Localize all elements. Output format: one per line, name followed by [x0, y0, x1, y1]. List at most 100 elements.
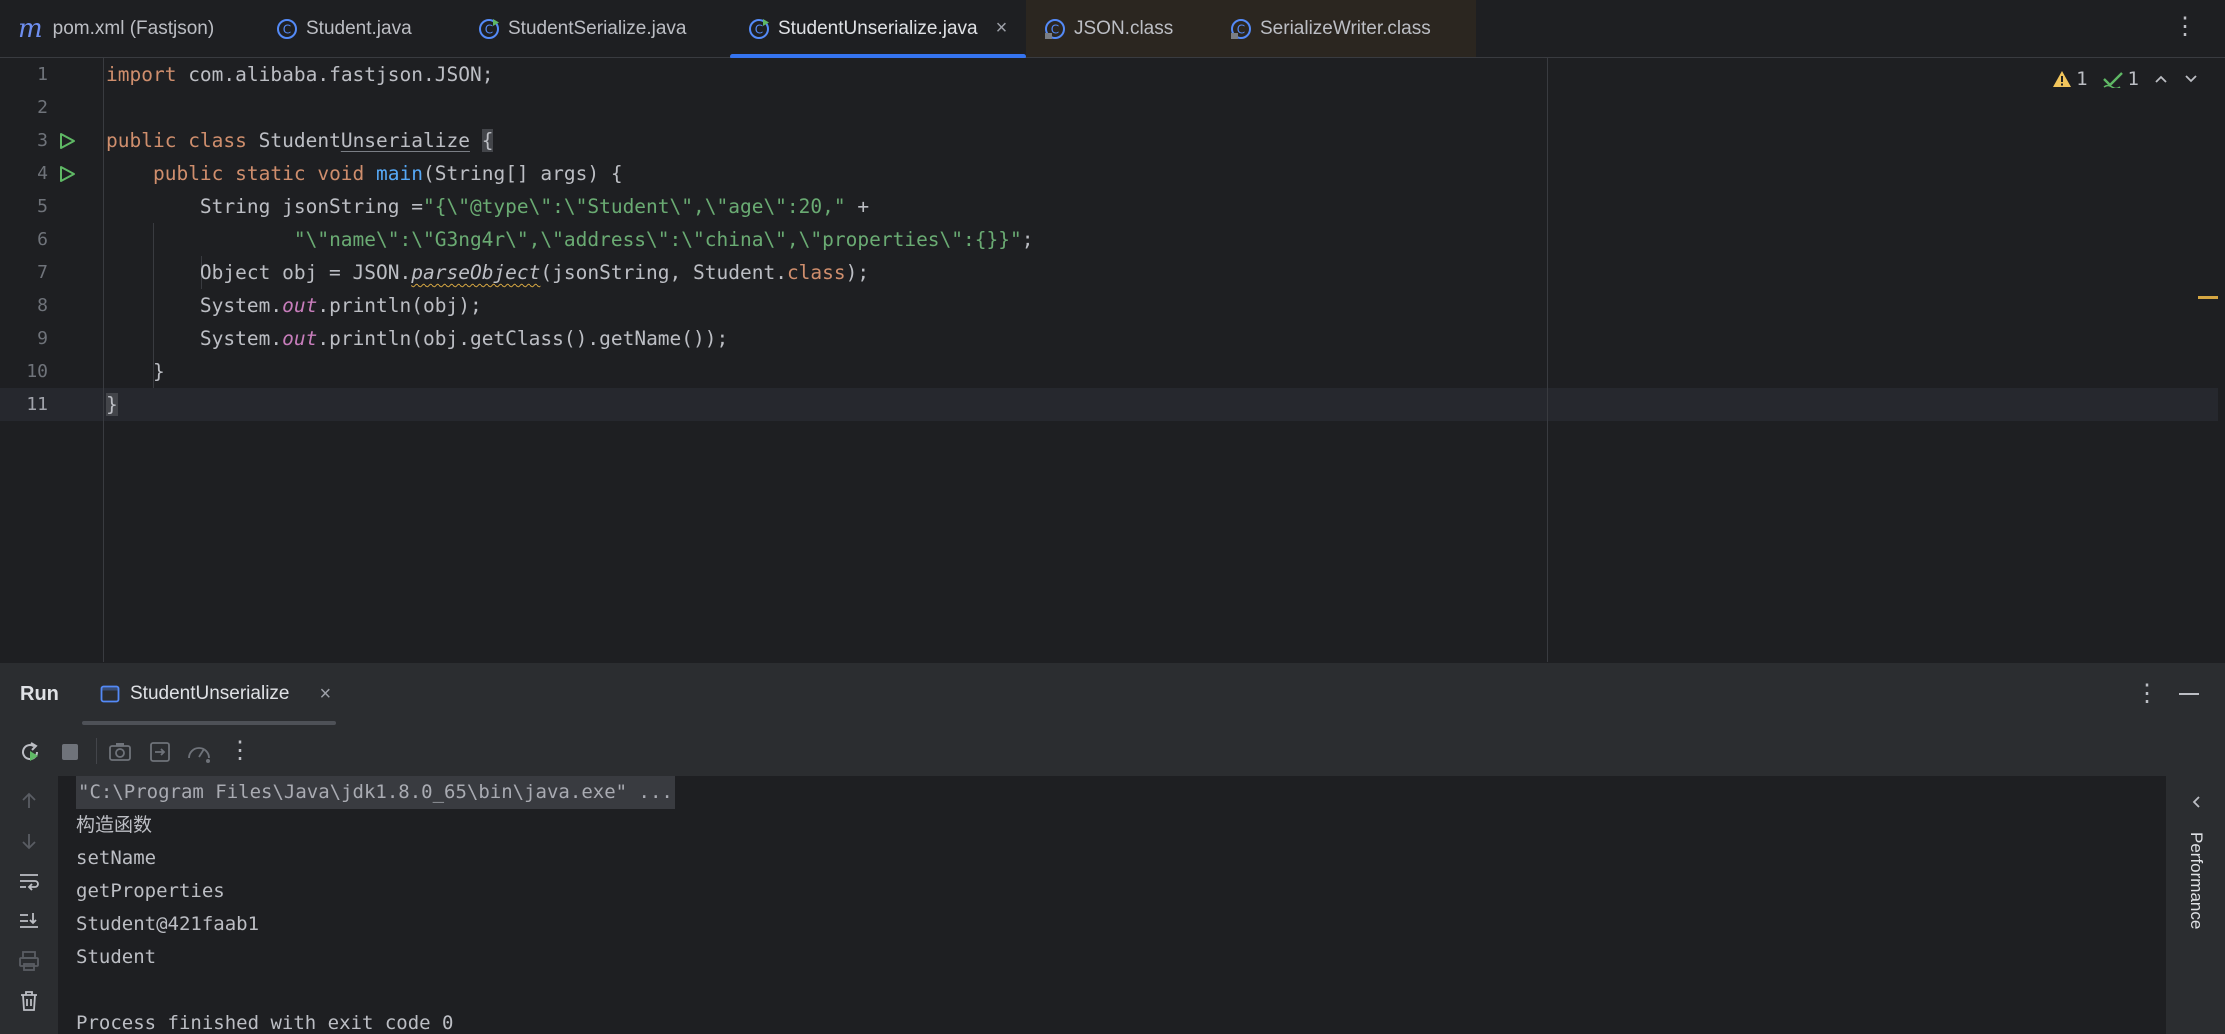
- tab-student-java[interactable]: C Student.java: [276, 0, 412, 57]
- minimize-icon[interactable]: [2179, 693, 2199, 695]
- svg-text:C: C: [755, 22, 763, 36]
- warning-icon: [2053, 71, 2072, 87]
- chevron-down-icon[interactable]: [2183, 71, 2199, 87]
- tab-serialize-writer-class[interactable]: C SerializeWriter.class: [1226, 0, 1476, 57]
- line-number: 1: [37, 64, 48, 85]
- line-number: 4: [37, 163, 48, 184]
- console-line: getProperties: [76, 880, 225, 902]
- code-token: Unserialize: [340, 129, 470, 152]
- code-token: +: [845, 195, 870, 218]
- code-line: 6 "\"name\":\"G3ng4r\",\"address\":\"chi…: [0, 223, 1540, 256]
- print-icon[interactable]: [18, 950, 40, 972]
- tab-label: StudentUnserialize.java: [778, 17, 978, 39]
- console-command-line[interactable]: "C:\Program Files\Java\jdk1.8.0_65\bin\j…: [76, 776, 675, 809]
- inspection-widget[interactable]: 1 1: [2052, 68, 2199, 90]
- code-token: System.: [199, 294, 283, 317]
- soft-wrap-icon[interactable]: [18, 870, 40, 892]
- code-token: parseObject: [411, 261, 541, 284]
- code-token: }: [152, 360, 165, 383]
- chevron-up-icon[interactable]: [2153, 71, 2169, 87]
- tab-student-serialize[interactable]: C StudentSerialize.java: [478, 0, 687, 57]
- code-line: 10 }: [0, 355, 1540, 388]
- console-line: setName: [76, 847, 157, 869]
- chevron-left-icon[interactable]: [2188, 790, 2204, 816]
- code-line: 11 }: [0, 388, 1540, 421]
- code-token: com.alibaba.fastjson.JSON;: [176, 63, 494, 86]
- line-number: 3: [37, 130, 48, 151]
- line-number: 6: [37, 229, 48, 250]
- warning-stripe-marker[interactable]: [2198, 296, 2218, 299]
- code-token: import: [106, 63, 177, 86]
- performance-tab[interactable]: Performance: [2186, 832, 2206, 929]
- runnable-class-icon: C: [478, 18, 500, 40]
- compiled-class-icon: C: [1230, 18, 1252, 40]
- console-output[interactable]: "C:\Program Files\Java\jdk1.8.0_65\bin\j…: [58, 776, 2166, 1034]
- console-line: 构造函数: [76, 814, 153, 836]
- close-icon[interactable]: ×: [996, 17, 1008, 40]
- code-token: Student: [246, 129, 341, 152]
- editor-tab-bar: m pom.xml (Fastjson) C Student.java C St…: [0, 0, 2225, 59]
- tab-label: SerializeWriter.class: [1260, 17, 1431, 39]
- code-token: class: [786, 261, 846, 284]
- line-number: 2: [37, 97, 48, 118]
- arrow-up-icon[interactable]: [18, 790, 40, 812]
- run-main-icon[interactable]: [58, 165, 76, 187]
- code-line: 3 public class StudentUnserialize {: [0, 124, 1540, 157]
- stop-icon[interactable]: [60, 742, 80, 762]
- code-token: (jsonString, Student.: [540, 261, 787, 284]
- code-token: .println(obj);: [317, 294, 482, 317]
- warning-count[interactable]: 1: [2052, 68, 2088, 90]
- run-tool-window-header: Run StudentUnserialize × ⋮: [0, 662, 2225, 726]
- speedometer-icon[interactable]: [186, 740, 212, 764]
- code-token: String jsonString =: [199, 195, 423, 218]
- code-token: System.: [199, 327, 283, 350]
- check-icon: [2102, 72, 2123, 88]
- run-tab-label: StudentUnserialize: [130, 683, 290, 704]
- arrow-down-icon[interactable]: [18, 830, 40, 852]
- code-token: class: [176, 129, 247, 152]
- run-class-icon[interactable]: [58, 132, 76, 154]
- code-token: }: [106, 393, 118, 416]
- tab-label: pom.xml (Fastjson): [52, 17, 215, 39]
- tab-student-unserialize[interactable]: C StudentUnserialize.java ×: [730, 0, 1026, 59]
- tab-json-class[interactable]: C JSON.class: [1026, 0, 1226, 57]
- line-number: 7: [37, 262, 48, 283]
- trash-icon[interactable]: [18, 990, 40, 1012]
- runnable-class-icon: C: [748, 18, 770, 40]
- tab-pom-xml[interactable]: m pom.xml (Fastjson): [18, 0, 214, 57]
- scroll-to-end-icon[interactable]: [18, 910, 40, 932]
- code-line: 5 String jsonString ="{\"@type\":\"Stude…: [0, 190, 1540, 223]
- code-token: ;: [1021, 228, 1034, 251]
- rerun-icon[interactable]: [18, 740, 42, 764]
- tab-label: JSON.class: [1074, 17, 1174, 39]
- camera-icon[interactable]: [108, 740, 132, 764]
- console-line: Student: [76, 946, 157, 968]
- code-token: Object obj = JSON.: [199, 261, 412, 284]
- restore-layout-icon[interactable]: [148, 740, 172, 764]
- code-token: "{\"@type\":\"Student\",\"age\":20,": [422, 195, 846, 218]
- tab-label: Student.java: [306, 17, 412, 39]
- maven-icon: m: [18, 13, 43, 44]
- code-line: 2: [0, 91, 1540, 124]
- line-number: 9: [37, 328, 48, 349]
- code-editor[interactable]: 1 1 1 import com.alibaba.fastjson.JSON; …: [0, 58, 2225, 662]
- console-line: Student@421faab1: [76, 913, 260, 935]
- more-actions-icon[interactable]: ⋮: [228, 736, 252, 765]
- svg-text:C: C: [485, 22, 493, 36]
- code-token: );: [845, 261, 870, 284]
- performance-side-panel: Performance: [2166, 776, 2225, 1034]
- close-icon[interactable]: ×: [319, 683, 331, 706]
- code-token: public static void: [152, 162, 365, 185]
- code-line: 8 System.out.println(obj);: [0, 289, 1540, 322]
- right-margin-guide: [1547, 58, 1548, 662]
- active-tab-underline: [82, 721, 336, 725]
- more-tabs-icon[interactable]: ⋮: [2173, 12, 2197, 41]
- run-config-tab[interactable]: StudentUnserialize ×: [100, 663, 331, 725]
- code-token: main: [376, 162, 424, 185]
- typo-count[interactable]: 1: [2102, 68, 2139, 90]
- code-line: 1 import com.alibaba.fastjson.JSON;: [0, 58, 1540, 91]
- console-side-toolbar: [0, 776, 58, 1034]
- more-options-icon[interactable]: ⋮: [2135, 679, 2159, 708]
- compiled-class-icon: C: [1044, 18, 1066, 40]
- tab-label: StudentSerialize.java: [508, 17, 687, 39]
